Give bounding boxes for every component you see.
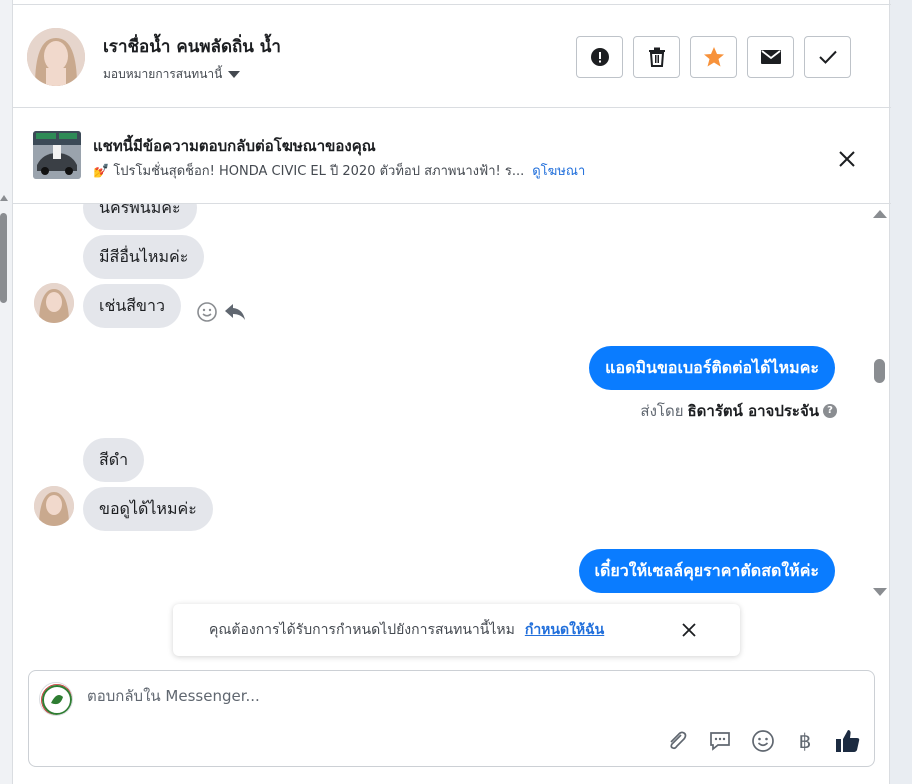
- close-icon: [682, 623, 696, 637]
- close-toast-button[interactable]: [679, 620, 699, 640]
- check-icon: [818, 50, 837, 64]
- payment-button[interactable]: ฿: [791, 727, 819, 755]
- outgoing-message[interactable]: แอดมินขอเบอร์ติดต่อได้ไหมคะ: [589, 346, 835, 390]
- contact-avatar-small: [34, 283, 74, 323]
- alert-icon: [590, 48, 609, 66]
- assign-label: มอบหมายการสนทนานี้: [103, 67, 223, 81]
- baht-icon: ฿: [798, 729, 812, 753]
- page-avatar: [39, 682, 73, 716]
- emoji-icon: [752, 730, 774, 752]
- mark-unread-button[interactable]: [747, 36, 794, 78]
- ad-reply-banner: แชทนี้มีข้อความตอบกลับต่อโฆษณาของคุณ 💅 โ…: [13, 109, 891, 204]
- envelope-icon: [760, 50, 781, 64]
- message-thread[interactable]: นครพนมค่ะ มีสีอื่นไหมค่ะ เช่นสีขาว แอดมิ…: [13, 204, 891, 600]
- incoming-message[interactable]: นครพนมค่ะ: [83, 204, 197, 230]
- scroll-thumb[interactable]: [0, 213, 7, 303]
- saved-reply-button[interactable]: [706, 727, 734, 755]
- incoming-message[interactable]: เช่นสีขาว: [83, 284, 181, 328]
- emoji-button[interactable]: [749, 727, 777, 755]
- incoming-message[interactable]: ขอดูได้ไหมค่ะ: [83, 487, 213, 531]
- window-edge: [890, 0, 912, 784]
- assign-prompt-text: คุณต้องการได้รับการกำหนดไปยังการสนทนานี้…: [209, 622, 515, 638]
- reply-input[interactable]: [87, 687, 787, 705]
- reply-icon[interactable]: [224, 302, 246, 326]
- like-button[interactable]: [834, 727, 862, 755]
- chat-scroll-up-arrow[interactable]: [873, 210, 887, 218]
- sent-by-label: ส่งโดย: [640, 402, 684, 420]
- ad-banner-title: แชทนี้มีข้อความตอบกลับต่อโฆษณาของคุณ: [93, 137, 376, 155]
- star-icon: [703, 47, 724, 67]
- assign-to-me-link[interactable]: กำหนดให้ฉัน: [525, 619, 604, 641]
- react-icon[interactable]: [196, 301, 218, 327]
- ad-banner-text: 💅 โปรโมชั่นสุดช็อก! HONDA CIVIC EL ปี 20…: [93, 160, 585, 181]
- assign-dropdown[interactable]: มอบหมายการสนทนานี้: [103, 65, 241, 84]
- scroll-up-arrow[interactable]: [0, 195, 8, 201]
- assign-prompt-toast: คุณต้องการได้รับการกำหนดไปยังการสนทนานี้…: [173, 604, 740, 656]
- incoming-message[interactable]: สีดำ: [83, 438, 145, 482]
- contact-avatar[interactable]: [27, 28, 85, 86]
- outgoing-message[interactable]: เดี๋ยวให้เซลล์คุยราคาตัดสดให้ค่ะ: [578, 549, 835, 593]
- close-icon: [839, 151, 855, 167]
- delete-button[interactable]: [633, 36, 680, 78]
- chat-scroll-down-arrow[interactable]: [873, 588, 887, 596]
- contact-name: เราชื่อน้ำ คนพลัดถิ่น น้ำ: [103, 37, 281, 57]
- close-banner-button[interactable]: [833, 145, 861, 173]
- ad-caption: 💅 โปรโมชั่นสุดช็อก! HONDA CIVIC EL ปี 20…: [93, 164, 525, 179]
- conversation-panel: เราชื่อน้ำ คนพลัดถิ่น น้ำ มอบหมายการสนทน…: [12, 0, 891, 784]
- trash-icon: [648, 47, 665, 67]
- attachment-icon: [670, 731, 687, 750]
- mark-done-button[interactable]: [804, 36, 851, 78]
- conversation-header: เราชื่อน้ำ คนพลัดถิ่น น้ำ มอบหมายการสนทน…: [13, 4, 891, 108]
- contact-avatar-small: [34, 486, 74, 526]
- incoming-message[interactable]: มีสีอื่นไหมค่ะ: [83, 235, 205, 279]
- attachment-button[interactable]: [663, 727, 691, 755]
- like-icon: [836, 730, 860, 752]
- caret-down-icon: [228, 71, 241, 78]
- help-icon[interactable]: ?: [823, 404, 837, 418]
- star-button[interactable]: [690, 36, 737, 78]
- outer-scrollbar[interactable]: [0, 195, 8, 305]
- chat-scroll-thumb[interactable]: [874, 359, 885, 383]
- spam-button[interactable]: [576, 36, 623, 78]
- saved-reply-icon: [710, 732, 730, 751]
- sent-by-info: ส่งโดย ธิดารัตน์ อาจประจัน ?: [640, 399, 837, 423]
- sender-name: ธิดารัตน์ อาจประจัน: [687, 402, 820, 420]
- ad-thumbnail[interactable]: [33, 131, 81, 179]
- reply-composer: ฿: [28, 670, 875, 767]
- view-ad-link[interactable]: ดูโฆษณา: [532, 164, 585, 179]
